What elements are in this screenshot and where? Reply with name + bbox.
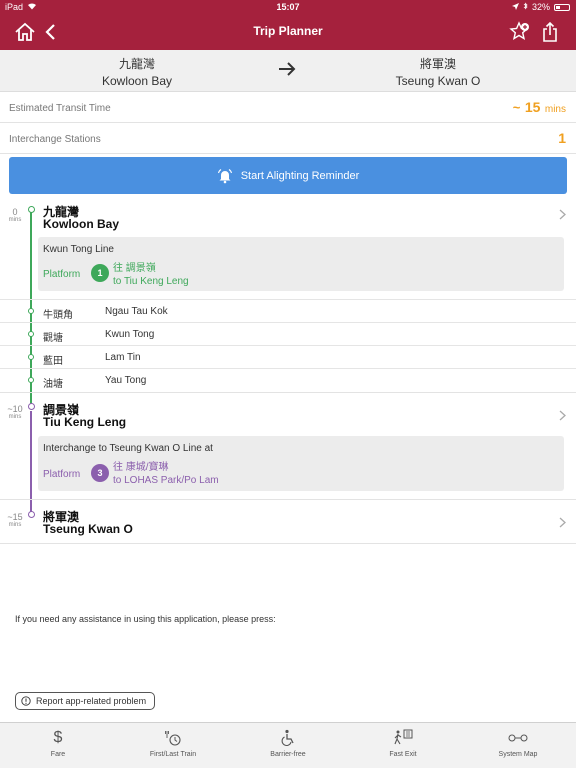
intermediate-station-zh: 觀塘: [43, 333, 63, 344]
tab-label: System Map: [498, 751, 538, 758]
platform-number-badge: 1: [91, 264, 109, 282]
interchange-row: Interchange Stations 1: [0, 124, 576, 154]
intermediate-station-en: Ngau Tau Kok: [105, 306, 168, 317]
transit-time-label: Estimated Transit Time: [9, 103, 111, 114]
tab-first-last-train[interactable]: First/Last Train: [128, 728, 218, 759]
destination-zh: 往 康城/寶琳: [113, 462, 169, 473]
tab-barrier-free[interactable]: Barrier-free: [243, 728, 333, 759]
tab-system-map[interactable]: System Map: [473, 728, 563, 759]
interchange-instruction: Interchange to Tseung Kwan O Line at: [43, 443, 213, 454]
leg-card-tseung-kwan-o: Interchange to Tseung Kwan O Line at Pla…: [38, 436, 564, 491]
status-time: 15:07: [276, 2, 300, 12]
nav-header: Trip Planner: [0, 14, 576, 50]
chevron-right-icon: [559, 208, 566, 223]
transit-time-value: ~ 15 mins: [513, 99, 566, 117]
battery-percent: 32%: [531, 2, 550, 12]
origin-name-zh: 九龍灣: [118, 57, 155, 71]
favourite-button[interactable]: [508, 20, 532, 44]
station-dot: [27, 206, 35, 213]
location-icon: [511, 2, 519, 12]
divider: [0, 543, 576, 544]
tab-label: First/Last Train: [149, 751, 197, 758]
alarm-bell-icon: [217, 168, 232, 183]
intermediate-station-zh: 牛頭角: [43, 310, 73, 321]
tab-label: Barrier-free: [270, 751, 306, 758]
status-bar: iPad 15:07 32%: [0, 0, 576, 14]
wheelchair-icon: [243, 728, 333, 748]
page-title: Trip Planner: [253, 24, 323, 38]
intermediate-station-zh: 油塘: [43, 379, 63, 390]
share-icon: [543, 21, 557, 42]
star-add-icon: [509, 21, 529, 40]
end-mins: ~15 mins: [7, 512, 23, 528]
transit-time-row: Estimated Transit Time ~ 15 mins: [0, 93, 576, 123]
divider: [0, 392, 576, 393]
intermediate-station-en: Yau Tong: [105, 375, 147, 386]
origin-name-en: Kowloon Bay: [101, 74, 173, 88]
platform-label: Platform: [43, 269, 81, 280]
platform-label: Platform: [43, 469, 81, 480]
first-last-train-icon: [128, 728, 218, 748]
bottom-tab-bar: $ Fare First/Last Train Barrier-free Fas…: [0, 722, 576, 768]
exclamation-circle-icon: [21, 696, 31, 706]
chevron-right-icon: [559, 516, 566, 531]
platform-destination: 往 康城/寶琳 to LOHAS Park/Po Lam: [113, 461, 219, 487]
battery-icon: [554, 3, 570, 11]
alighting-reminder-button[interactable]: Start Alighting Reminder: [9, 157, 567, 194]
destination-station[interactable]: 將軍澳 Tseung Kwan O: [338, 55, 538, 88]
destination-zh: 往 調景嶺: [113, 263, 156, 274]
report-problem-button[interactable]: Report app-related problem: [15, 692, 156, 710]
interchange-mins: ~10 mins: [7, 404, 23, 420]
assistance-text: If you need any assistance in using this…: [15, 614, 276, 624]
intermediate-station: 油塘 Yau Tong: [0, 368, 576, 391]
intermediate-station: 牛頭角 Ngau Tau Kok: [0, 299, 576, 322]
dollar-icon: $: [53, 729, 63, 746]
tab-label: Fast Exit: [389, 751, 417, 758]
platform-destination: 往 調景嶺 to Tiu Keng Leng: [113, 262, 189, 288]
arrow-right-icon: [277, 61, 297, 82]
destination-en: to Tiu Keng Leng: [113, 276, 189, 287]
tab-fare[interactable]: $ Fare: [13, 728, 103, 759]
station-dot: [27, 511, 35, 518]
chevron-right-icon: [559, 409, 566, 424]
start-station-en: Kowloon Bay: [43, 217, 120, 231]
share-button[interactable]: [538, 20, 562, 44]
station-dot: [28, 377, 34, 383]
bluetooth-icon: [523, 2, 528, 12]
line-name: Kwun Tong Line: [43, 244, 114, 255]
interchange-count: 1: [558, 130, 566, 146]
intermediate-station-en: Kwun Tong: [105, 329, 155, 340]
destination-en: to LOHAS Park/Po Lam: [113, 475, 219, 486]
divider: [0, 499, 576, 500]
end-station-en: Tseung Kwan O: [43, 522, 133, 536]
intermediate-station-en: Lam Tin: [105, 352, 141, 363]
tab-label: Fare: [50, 751, 66, 758]
origin-station[interactable]: 九龍灣 Kowloon Bay: [37, 55, 237, 88]
transit-time-unit: mins: [544, 104, 566, 115]
intermediate-station: 藍田 Lam Tin: [0, 345, 576, 368]
platform-number-badge: 3: [91, 464, 109, 482]
transit-time-prefix: ~: [512, 100, 521, 115]
station-dot: [28, 308, 34, 314]
destination-name-en: Tseung Kwan O: [395, 74, 481, 88]
station-dot: [28, 331, 34, 337]
report-problem-label: Report app-related problem: [36, 696, 147, 706]
route-summary: 九龍灣 Kowloon Bay 將軍澳 Tseung Kwan O: [0, 50, 576, 92]
intermediate-station-zh: 藍田: [43, 356, 63, 367]
transit-time-number: 15: [524, 99, 541, 115]
system-map-icon: [473, 728, 563, 748]
station-dot: [27, 403, 35, 410]
interchange-station-en: Tiu Keng Leng: [43, 415, 127, 429]
app-screen: iPad 15:07 32% Trip Planner 九龍灣 Kowloon …: [0, 0, 576, 768]
intermediate-station: 觀塘 Kwun Tong: [0, 322, 576, 345]
alighting-reminder-label: Start Alighting Reminder: [240, 169, 360, 182]
interchange-label: Interchange Stations: [9, 134, 101, 145]
fast-exit-icon: [358, 728, 448, 748]
leg-card-kwun-tong: Kwun Tong Line Platform 1 往 調景嶺 to Tiu K…: [38, 237, 564, 291]
station-dot: [28, 354, 34, 360]
tab-fast-exit[interactable]: Fast Exit: [358, 728, 448, 759]
destination-name-zh: 將軍澳: [419, 57, 456, 71]
start-mins: 0 mins: [8, 207, 22, 223]
